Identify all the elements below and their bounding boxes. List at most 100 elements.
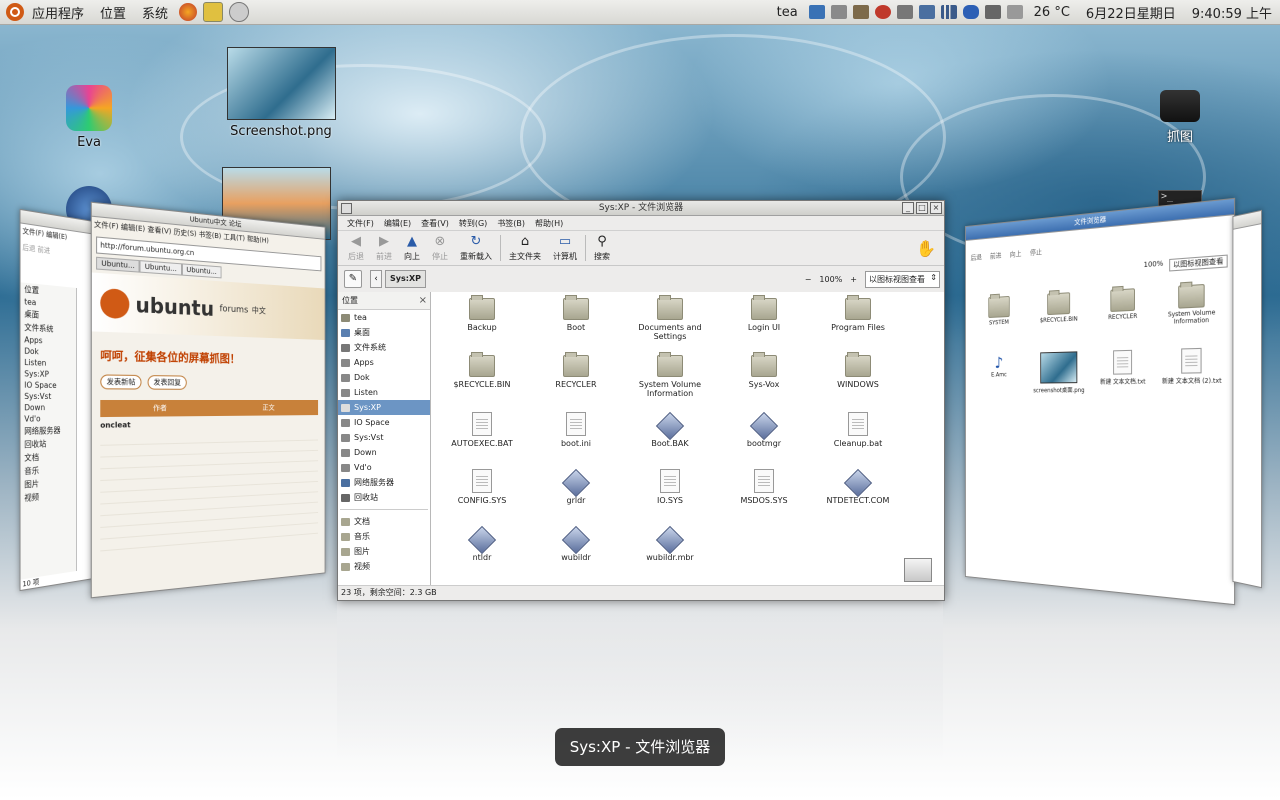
sidebar-item-network[interactable]: 网络服务器 [338,475,430,490]
up-button[interactable]: 向上 [1010,249,1022,260]
window-filebrowser-right[interactable]: 文件浏览器 后退 前进 向上 停止 100% 以图标视图查看 SYSTEM $R… [965,197,1236,606]
file-item[interactable]: RECYCLER [1090,287,1156,329]
menu-file[interactable]: 文件(F) [342,218,379,229]
browser-tab[interactable]: Ubuntu... [96,256,140,273]
sidebar-item-sysvst[interactable]: Sys:Vst [338,430,430,445]
system-menu[interactable]: 系统 [134,3,176,22]
browser-tab[interactable]: Ubuntu... [181,263,222,279]
up-button[interactable]: ▲ 向上 [404,234,420,262]
menu-help[interactable]: 帮助(H) [530,218,568,229]
file-item[interactable]: Cleanup.bat [811,412,905,465]
file-item[interactable]: $RECYCLE.BIN [435,352,529,408]
file-item[interactable]: 新建 文本文档 (2).txt [1156,347,1227,394]
file-item[interactable]: CONFIG.SYS [435,469,529,522]
menu-file[interactable]: 文件(F) [94,220,119,231]
window-nautilus-sysxp[interactable]: Sys:XP - 文件浏览器 _ □ × 文件(F) 编辑(E) 查看(V) 转… [337,200,945,601]
close-icon[interactable]: × [930,202,942,214]
network-manager-icon[interactable] [808,5,825,19]
edit-location-icon[interactable]: ✎ [344,270,362,288]
file-icon-view[interactable]: Backup Boot Documents and Settings Login UI… [431,292,944,586]
menu-edit[interactable]: 编辑(E) [121,223,145,234]
file-item[interactable]: IO.SYS [623,469,717,522]
file-item[interactable]: ntldr [435,525,529,579]
file-item[interactable]: bootmgr [717,411,811,465]
temperature-label[interactable]: 26 °C [1026,5,1078,20]
menu-view[interactable]: 查看(V) [416,218,454,229]
firefox-launcher-icon[interactable] [179,3,198,21]
close-sidebar-icon[interactable]: × [419,295,427,306]
menu-edit[interactable]: 编辑(E) [379,218,416,229]
sidebar-item-trash[interactable]: 回收站 [338,490,430,505]
update-icon[interactable] [852,5,869,19]
file-item[interactable]: NTDETECT.COM [811,468,905,522]
printer-icon[interactable] [830,5,847,19]
window-far-right[interactable] [1232,209,1262,589]
sidebar-item-sysxp[interactable]: Sys:XP [338,400,430,415]
sidebar-bookmark-music[interactable]: 音乐 [338,529,430,544]
forward-button[interactable]: 前进 [37,245,50,255]
file-item[interactable]: WINDOWS [811,352,905,408]
forward-button[interactable]: ▶ 前进 [376,234,392,262]
messenger-icon[interactable] [874,5,891,19]
sidebar-item[interactable]: Sys:XP [21,368,77,380]
back-button[interactable]: 后退 [22,243,35,253]
menu-file[interactable]: 文件(F) [22,227,44,238]
view-mode-select[interactable]: 以图标视图查看 [865,270,940,288]
sidebar-item-dok[interactable]: Dok [338,370,430,385]
file-item[interactable]: $RECYCLE.BIN [1028,291,1090,331]
file-item[interactable]: System Volume Information [623,352,717,408]
file-item[interactable]: AUTOEXEC.BAT [435,412,529,465]
menu-history[interactable]: 历史(S) [174,228,197,238]
file-item[interactable]: MSDOS.SYS [717,469,811,522]
maximize-icon[interactable]: □ [916,202,928,214]
clock-label[interactable]: 9:40:59 上午 [1184,3,1280,22]
file-item[interactable]: SYSTEM [971,295,1029,334]
computer-icon[interactable] [918,5,935,19]
drive-icon[interactable] [896,5,913,19]
search-button[interactable]: ⚲ 搜索 [594,234,610,262]
applications-menu[interactable]: 应用程序 [24,3,92,22]
text-editor-launcher-icon[interactable] [203,2,224,22]
back-button[interactable]: ◀ 后退 [348,234,364,262]
browser-tab[interactable]: Ubuntu... [139,260,182,276]
menu-go[interactable]: 转到(G) [454,218,492,229]
file-item[interactable]: Documents and Settings [623,295,717,351]
window-filebrowser-left[interactable]: 文件(F) 编辑(E) 后退 前进 位置 tea 桌面 文件系统 Apps Do… [19,208,93,592]
zoom-in-icon[interactable]: + [850,275,857,284]
username-label[interactable]: tea [769,5,806,20]
file-item[interactable]: 新建 文本文档.txt [1090,349,1156,394]
sidebar-item[interactable]: Down [21,402,77,413]
file-item[interactable]: Program Files [811,295,905,351]
reload-button[interactable]: ↻ 重新载入 [460,234,492,262]
forward-button[interactable]: 前进 [990,251,1001,261]
window-titlebar[interactable]: Sys:XP - 文件浏览器 _ □ × [338,201,944,216]
file-item[interactable]: System Volume Information [1156,283,1227,327]
zoom-level[interactable]: 100% [1144,259,1164,273]
menu-help[interactable]: 帮助(H) [247,235,269,245]
date-label[interactable]: 6月22日星期日 [1078,3,1184,22]
sidebar-mode-select[interactable]: 位置 [342,295,358,306]
zoom-out-icon[interactable]: − [805,275,812,284]
home-button[interactable]: ⌂ 主文件夹 [509,234,541,262]
screenshot-launcher-icon[interactable] [229,2,250,22]
file-item[interactable]: Sys-Vox [717,352,811,408]
file-item[interactable]: Boot.BAK [623,411,717,465]
view-mode-select[interactable]: 以图标视图查看 [1169,254,1228,272]
sidebar-item-apps[interactable]: Apps [338,355,430,370]
file-item[interactable]: ♪ E.Amc [971,353,1029,395]
file-item[interactable]: wubildr.mbr [623,525,717,579]
breadcrumb-sysxp[interactable]: Sys:XP [385,270,426,288]
stop-button[interactable]: ⊗ 停止 [432,234,448,262]
file-item[interactable]: screenshot桌面.png [1028,351,1090,394]
back-button[interactable]: 后退 [971,253,982,263]
file-item[interactable]: RECYCLER [529,352,623,408]
signal-strength-icon[interactable] [940,5,957,19]
file-item[interactable]: Login UI [717,295,811,351]
places-menu[interactable]: 位置 [92,3,134,22]
new-post-button[interactable]: 发表新帖 [100,374,142,390]
sidebar-item[interactable]: IO Space [21,379,77,391]
ubuntu-logo-icon[interactable] [6,3,24,21]
sidebar-item-filesystem[interactable]: 文件系统 [338,340,430,355]
file-item[interactable]: grldr [529,468,623,522]
file-item[interactable]: wubildr [529,525,623,579]
